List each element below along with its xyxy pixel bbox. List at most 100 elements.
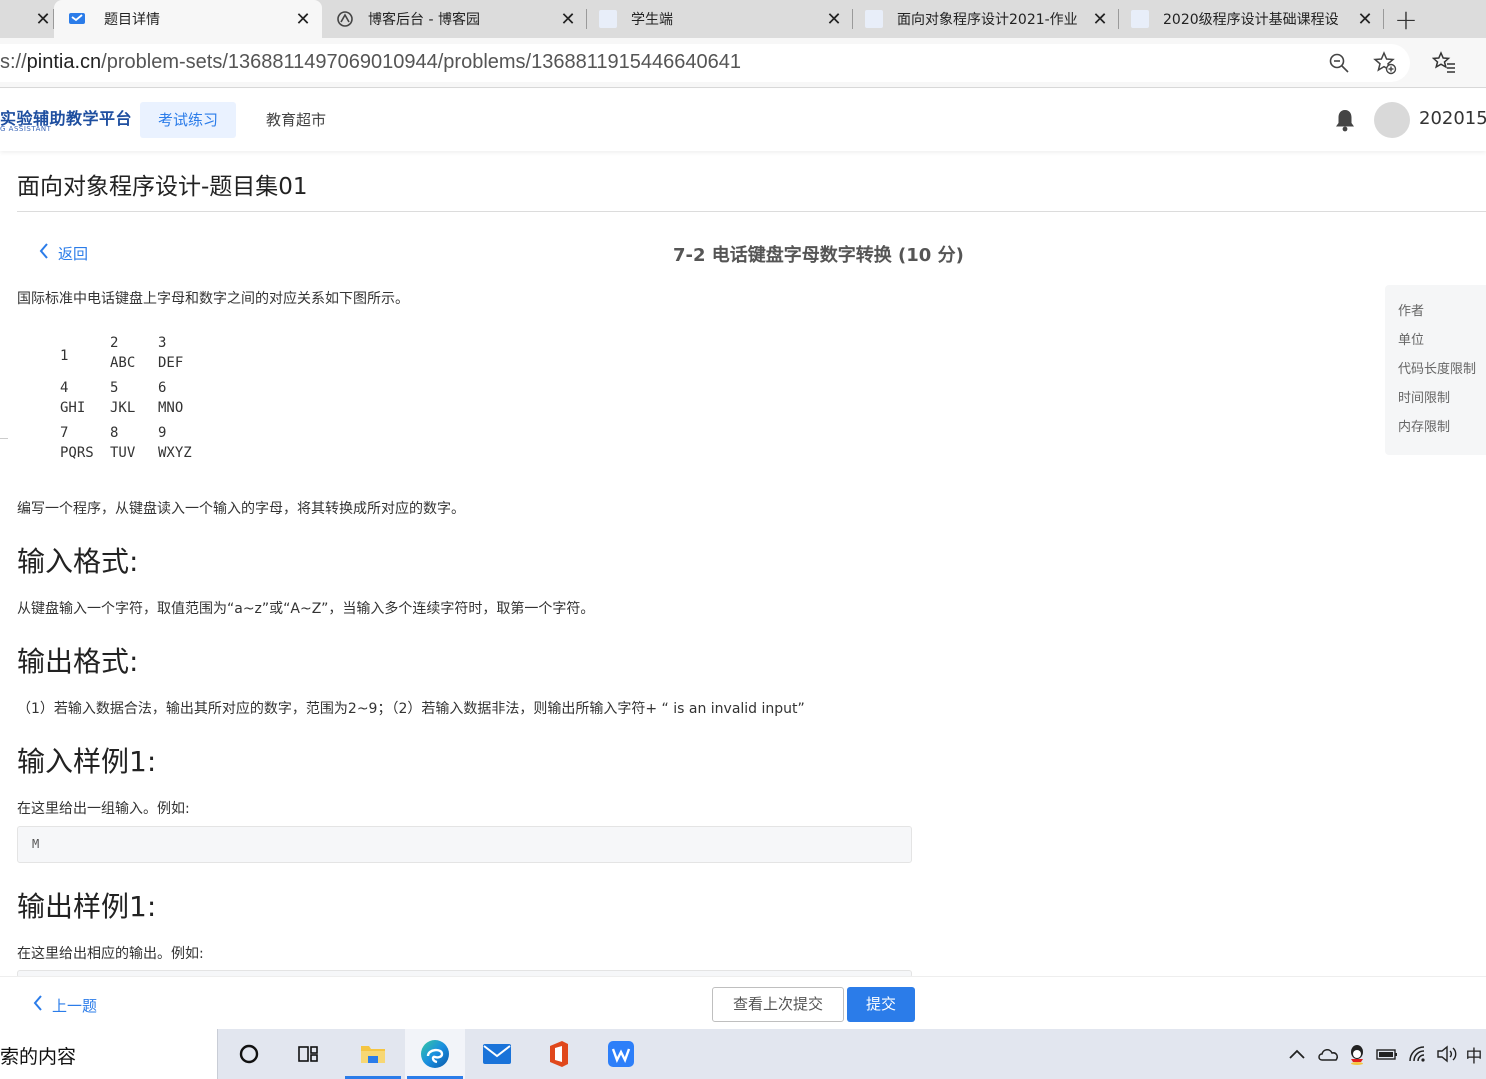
output-format-heading: 输出格式: xyxy=(17,645,139,678)
zoom-icon[interactable] xyxy=(1326,50,1352,76)
output-format-text: （1）若输入数据合法，输出其所对应的数字，范围为2~9；（2）若输入数据非法，则… xyxy=(17,701,805,717)
address-bar: s://pintia.cn/problem-sets/1368811497069… xyxy=(0,38,1486,88)
url-text: s://pintia.cn/problem-sets/1368811497069… xyxy=(0,51,741,74)
add-favorite-icon[interactable] xyxy=(1372,50,1398,76)
keypad-row: 4 GHI 5 JKL 6 MNO xyxy=(60,378,206,423)
new-tab-button[interactable]: + xyxy=(1384,0,1428,38)
nav-exam-practice[interactable]: 考试练习 xyxy=(140,102,237,138)
previous-problem-link[interactable]: 上一题 xyxy=(32,994,97,1016)
keypad-key: 9 WXYZ xyxy=(158,423,206,468)
taskbar-search-box[interactable]: 索的内容 xyxy=(0,1029,218,1079)
browser-tab[interactable]: 2020级程序设计基础课程设 ✕ xyxy=(1119,0,1384,38)
tab-close-icon[interactable]: ✕ xyxy=(292,9,314,30)
tab-title: 题目详情 xyxy=(104,12,160,28)
url-field[interactable]: s://pintia.cn/problem-sets/1368811497069… xyxy=(0,44,1410,82)
key-letters: ABC xyxy=(110,355,136,371)
cnblogs-favicon-icon xyxy=(336,10,354,28)
page-favicon-icon xyxy=(1131,10,1149,28)
key-letters: JKL xyxy=(110,400,136,416)
keypad-row: 1 2 ABC 3 DEF xyxy=(60,333,206,378)
url-path: /problem-sets/1368811497069010944/proble… xyxy=(101,51,741,73)
pta-favicon-icon xyxy=(68,10,86,28)
key-letters: PQRS xyxy=(60,445,94,461)
key-letters: WXYZ xyxy=(158,445,192,461)
keypad-key: 1 xyxy=(60,333,110,378)
onedrive-icon[interactable] xyxy=(1314,1029,1342,1079)
wps-icon[interactable] xyxy=(591,1029,651,1079)
chevron-left-icon xyxy=(32,994,44,1016)
problem-info-panel: 作者 单位 代码长度限制 时间限制 内存限制 xyxy=(1385,285,1486,455)
page-favicon-icon xyxy=(865,10,883,28)
nav-edu-market[interactable]: 教育超市 xyxy=(248,102,344,138)
keypad-row: 7 PQRS 8 TUV 9 WXYZ xyxy=(60,423,206,468)
tray-chevron-up-icon[interactable] xyxy=(1284,1029,1310,1079)
username[interactable]: 2020152 xyxy=(1419,108,1486,129)
browser-tab[interactable]: 博客后台 - 博客园 ✕ xyxy=(322,0,587,38)
submit-button[interactable]: 提交 xyxy=(847,987,915,1022)
title-divider xyxy=(17,211,1486,212)
url-host: pintia.cn xyxy=(26,51,102,73)
tab-close-icon[interactable]: ✕ xyxy=(557,9,579,30)
tab-close-icon[interactable]: ✕ xyxy=(1354,9,1376,30)
battery-icon[interactable] xyxy=(1374,1029,1400,1079)
windows-taskbar: 索的内容 中 xyxy=(0,1029,1486,1079)
browser-tab-strip: ✕ 题目详情 ✕ 博客后台 - 博客园 ✕ 学生端 ✕ 面向对象程序设计2021… xyxy=(0,0,1486,38)
problem-title: 7-2 电话键盘字母数字转换 (10 分) xyxy=(673,245,964,266)
sample-input-code: M xyxy=(17,826,912,863)
sample-output-note: 在这里给出相应的输出。例如: xyxy=(17,946,204,962)
key-number: 8 xyxy=(110,425,119,441)
tab-close-icon[interactable]: ✕ xyxy=(823,9,845,30)
tab-close-icon[interactable]: ✕ xyxy=(1089,9,1111,30)
tab-title: 面向对象程序设计2021-作业 xyxy=(897,12,1078,28)
key-number: 3 xyxy=(158,335,167,351)
keypad-key: 8 TUV xyxy=(110,423,158,468)
edge-divider xyxy=(0,438,8,439)
taskbar-search-text: 索的内容 xyxy=(0,1046,77,1068)
ime-indicator[interactable]: 中 xyxy=(1462,1029,1486,1079)
problem-intro: 国际标准中电话键盘上字母和数字之间的对应关系如下图所示。 xyxy=(17,291,409,307)
office-icon[interactable] xyxy=(529,1029,589,1079)
site-header: 实验辅助教学平台 G ASSISTANT 考试练习 教育超市 2020152 xyxy=(0,89,1486,151)
back-label: 返回 xyxy=(58,244,89,263)
problem-action-bar: 上一题 查看上次提交 提交 xyxy=(0,976,1486,1029)
file-explorer-icon[interactable] xyxy=(343,1029,403,1079)
key-letters: DEF xyxy=(158,355,184,371)
keypad-key: 5 JKL xyxy=(110,378,158,423)
key-number: 6 xyxy=(158,380,167,396)
sample-input-heading: 输入样例1: xyxy=(17,745,157,778)
browser-tab[interactable]: ✕ xyxy=(0,0,54,38)
tab-title: 2020级程序设计基础课程设 xyxy=(1163,12,1339,28)
avatar[interactable] xyxy=(1374,102,1410,138)
tab-close-icon[interactable]: ✕ xyxy=(32,9,54,30)
info-time-limit-label: 时间限制 xyxy=(1398,391,1451,406)
wifi-icon[interactable] xyxy=(1406,1029,1432,1079)
notification-bell-icon[interactable] xyxy=(1332,107,1358,133)
view-last-submission-button[interactable]: 查看上次提交 xyxy=(712,987,844,1022)
info-author-label: 作者 xyxy=(1398,304,1425,319)
qq-icon[interactable] xyxy=(1344,1029,1370,1079)
input-format-heading: 输入格式: xyxy=(17,545,139,578)
task-view-icon[interactable] xyxy=(279,1029,339,1079)
tab-title: 学生端 xyxy=(631,12,673,28)
page-favicon-icon xyxy=(599,10,617,28)
key-number: 7 xyxy=(60,425,69,441)
favorites-icon[interactable] xyxy=(1431,50,1457,76)
mail-icon[interactable] xyxy=(467,1029,527,1079)
back-link[interactable]: 返回 xyxy=(38,242,88,264)
browser-tab[interactable]: 面向对象程序设计2021-作业 ✕ xyxy=(853,0,1119,38)
key-number: 9 xyxy=(158,425,167,441)
tab-title: 博客后台 - 博客园 xyxy=(368,12,480,28)
info-memory-limit-label: 内存限制 xyxy=(1398,420,1451,435)
url-prefix: s:// xyxy=(0,51,27,73)
browser-tab-active[interactable]: 题目详情 ✕ xyxy=(54,0,322,38)
browser-tab[interactable]: 学生端 ✕ xyxy=(587,0,853,38)
edge-icon[interactable] xyxy=(405,1029,465,1079)
key-letters: TUV xyxy=(110,445,136,461)
cortana-icon[interactable] xyxy=(219,1029,279,1079)
phone-keypad-table: 1 2 ABC 3 DEF 4 GHI 5 JKL 6 MNO 7 PQRS 8 TUV 9 W… xyxy=(60,333,206,468)
sample-input-note: 在这里给出一组输入。例如: xyxy=(17,801,190,817)
key-number: 2 xyxy=(110,335,119,351)
volume-icon[interactable] xyxy=(1434,1029,1460,1079)
input-format-text: 从键盘输入一个字符，取值范围为“a~z”或“A~Z”，当输入多个连续字符时，取第… xyxy=(17,601,595,617)
keypad-key: 4 GHI xyxy=(60,378,110,423)
